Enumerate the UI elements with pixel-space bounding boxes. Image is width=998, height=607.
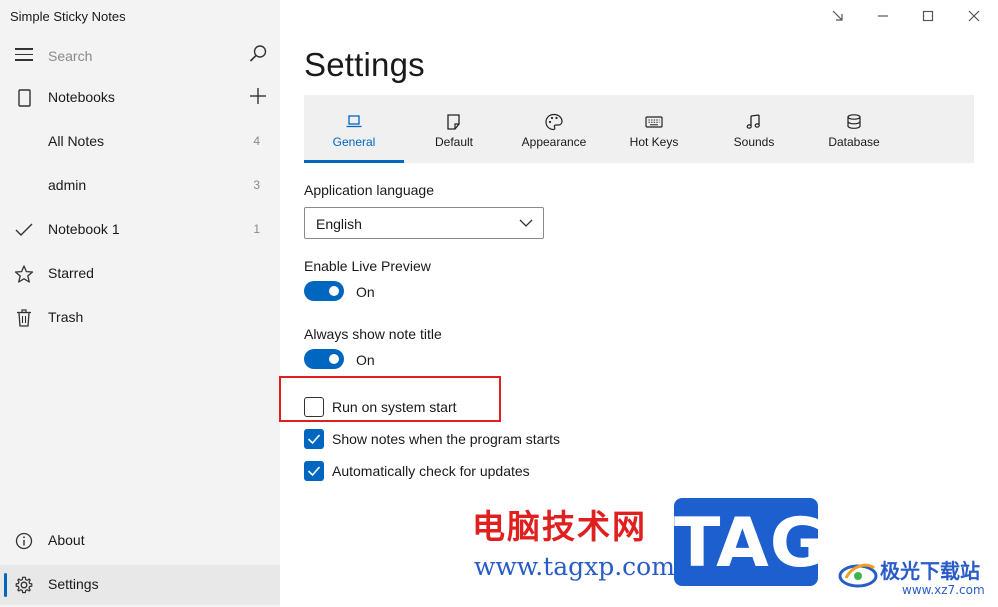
aurora-logo-icon: [838, 563, 878, 588]
tab-hot-keys[interactable]: Hot Keys: [604, 95, 704, 163]
sidebar-item-label: Trash: [48, 309, 84, 325]
page-title: Settings: [304, 46, 425, 83]
note-count: 1: [253, 222, 260, 236]
notebook-icon: [18, 89, 31, 107]
sidebar-item-label: All Notes: [48, 133, 105, 149]
sidebar-item-settings[interactable]: Settings: [0, 565, 280, 605]
settings-tabs: General Default Appearance Hot Keys Soun…: [304, 95, 974, 163]
active-indicator: [4, 573, 7, 597]
hamburger-menu-icon[interactable]: [15, 48, 33, 62]
watermark-tag-text: TAG: [674, 504, 827, 583]
checkmark-icon: [15, 223, 33, 236]
show-title-toggle[interactable]: [304, 349, 344, 369]
toggle-knob: [329, 354, 339, 364]
music-note-icon: [746, 114, 760, 129]
highlight-annotation: [279, 376, 501, 422]
live-preview-label: Enable Live Preview: [304, 258, 431, 274]
sidebar-item-admin[interactable]: admin 3: [0, 166, 280, 206]
search-icon[interactable]: [248, 44, 268, 64]
sidebar-item-starred[interactable]: Starred: [0, 254, 280, 294]
info-icon: [15, 532, 33, 550]
laptop-icon: [346, 115, 362, 128]
minimize-icon[interactable]: [873, 6, 893, 26]
maximize-icon[interactable]: [918, 6, 938, 26]
show-title-state: On: [356, 352, 375, 368]
checkmark-icon: [307, 434, 321, 445]
restore-compact-icon[interactable]: [828, 6, 848, 26]
sidebar-item-label: admin: [48, 177, 87, 193]
tab-label: Appearance: [521, 135, 587, 149]
language-value: English: [316, 216, 362, 232]
checkmark-icon: [307, 466, 321, 477]
watermark-site-name: 电脑技术网: [472, 507, 647, 546]
sidebar-item-label: Notebook 1: [48, 221, 120, 237]
tab-label: Sounds: [733, 135, 775, 149]
sidebar-item-notebook-1[interactable]: Notebook 1 1: [0, 210, 280, 250]
watermark-site-url: www.tagxp.com: [474, 552, 675, 581]
show-notes-on-start-checkbox[interactable]: [304, 429, 324, 449]
keyboard-icon: [645, 116, 663, 128]
sidebar-item-label: Starred: [48, 265, 94, 281]
note-icon: [447, 114, 460, 130]
language-select[interactable]: English: [304, 207, 544, 239]
tab-label: Default: [434, 135, 474, 149]
note-count: 4: [253, 134, 260, 148]
tab-general[interactable]: General: [304, 95, 404, 163]
toggle-knob: [329, 286, 339, 296]
sidebar: Simple Sticky Notes Search Notebooks All…: [0, 0, 280, 607]
search-row[interactable]: Search: [0, 38, 280, 74]
note-count: 3: [253, 178, 260, 192]
gear-icon: [15, 576, 33, 594]
star-icon: [14, 265, 34, 283]
trash-icon: [17, 309, 31, 327]
tab-default[interactable]: Default: [404, 95, 504, 163]
auto-update-checkbox[interactable]: [304, 461, 324, 481]
sidebar-item-notebooks[interactable]: Notebooks: [0, 78, 280, 118]
checkbox-label: Automatically check for updates: [332, 463, 530, 479]
tab-label: Hot Keys: [629, 135, 679, 149]
sidebar-item-label: Notebooks: [48, 89, 115, 105]
language-label: Application language: [304, 182, 434, 198]
watermark-brand-url: www.xz7.com: [902, 583, 985, 597]
live-preview-toggle[interactable]: [304, 281, 344, 301]
active-tab-indicator: [304, 160, 404, 163]
tab-database[interactable]: Database: [804, 95, 904, 163]
database-icon: [847, 114, 861, 129]
show-title-label: Always show note title: [304, 326, 442, 342]
watermark-tag-logo: TAG: [674, 498, 827, 586]
palette-icon: [545, 113, 563, 131]
app-title: Simple Sticky Notes: [10, 9, 126, 24]
add-notebook-icon[interactable]: [248, 86, 268, 106]
sidebar-item-about[interactable]: About: [0, 521, 280, 561]
sidebar-item-label: About: [48, 532, 85, 548]
watermark-brand-name: 极光下载站: [880, 559, 980, 583]
live-preview-state: On: [356, 284, 375, 300]
sidebar-item-trash[interactable]: Trash: [0, 298, 280, 338]
checkbox-label: Show notes when the program starts: [332, 431, 561, 447]
sidebar-item-all-notes[interactable]: All Notes 4: [0, 122, 280, 162]
tab-sounds[interactable]: Sounds: [704, 95, 804, 163]
tab-appearance[interactable]: Appearance: [504, 95, 604, 163]
tab-label: General: [332, 135, 376, 149]
chevron-down-icon: [519, 219, 533, 227]
sidebar-item-label: Settings: [48, 576, 99, 592]
tab-label: Database: [828, 135, 880, 149]
search-input[interactable]: Search: [48, 48, 92, 64]
close-icon[interactable]: [964, 6, 984, 26]
